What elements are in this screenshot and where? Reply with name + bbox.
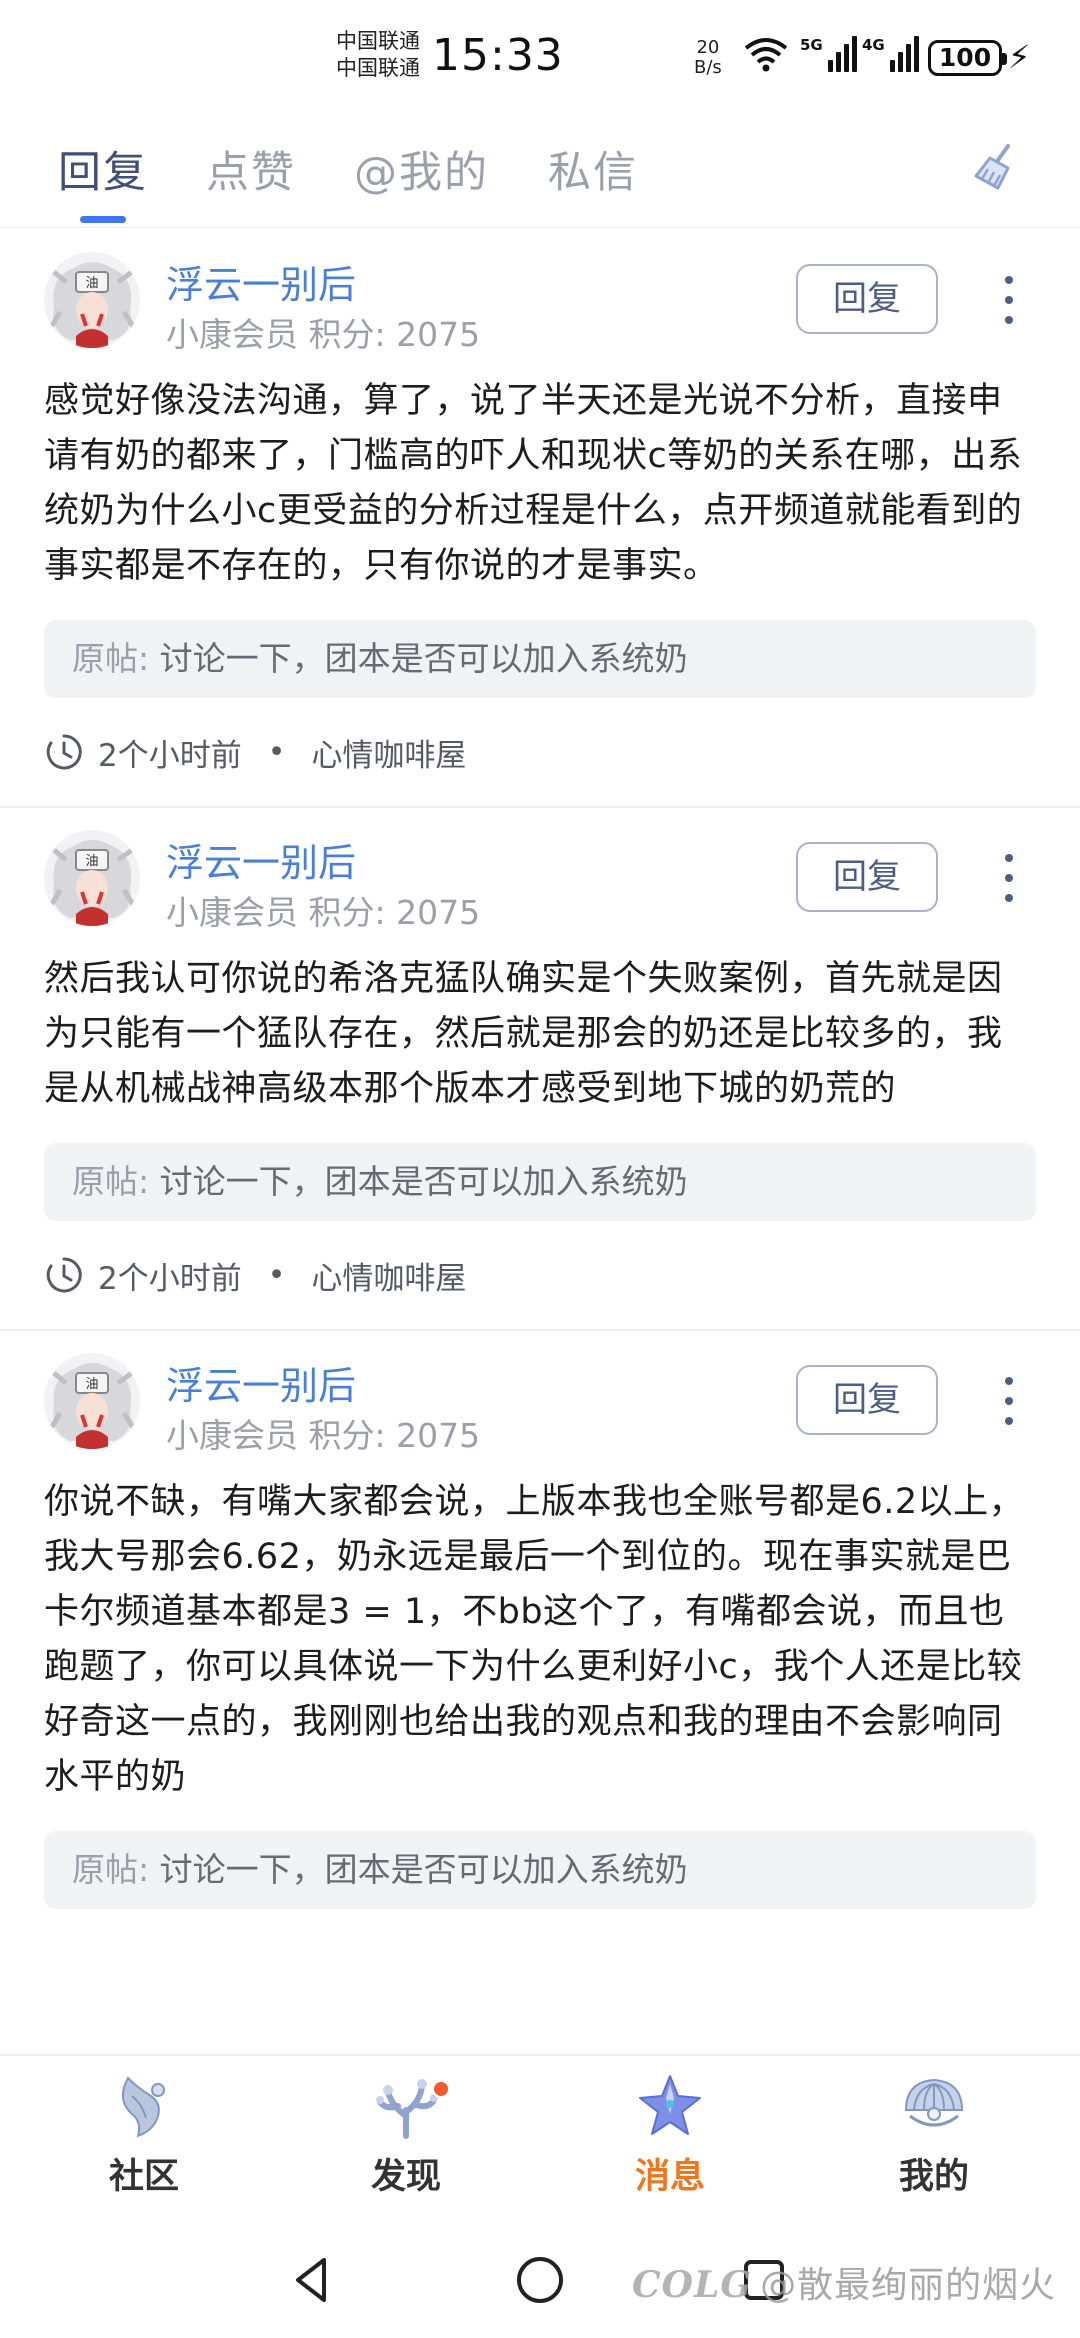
notification-badge bbox=[432, 2080, 450, 2098]
nav-community[interactable]: 社区 bbox=[44, 2070, 244, 2199]
battery-icon: 100 bbox=[928, 40, 1007, 76]
avatar[interactable]: 油 bbox=[44, 830, 140, 926]
username[interactable]: 浮云一别后 bbox=[166, 832, 356, 887]
original-post-link[interactable]: 原帖: 讨论一下，团本是否可以加入系统奶 bbox=[44, 620, 1036, 698]
reply-header: 油 浮云一别后 小康会员 积分: 2075 回复 bbox=[44, 230, 1036, 358]
watermark: COLG @散最绚丽的烟火 bbox=[632, 2256, 1056, 2308]
reply-button[interactable]: 回复 bbox=[796, 842, 938, 912]
original-post-label: 原帖: bbox=[72, 1850, 150, 1889]
message-icon bbox=[639, 2075, 701, 2135]
discover-icon bbox=[376, 2079, 438, 2139]
colg-logo: COLG bbox=[632, 2264, 753, 2306]
channel-name[interactable]: 心情咖啡屋 bbox=[311, 730, 466, 775]
meta-separator: • bbox=[267, 1257, 286, 1293]
nav-profile[interactable]: 我的 bbox=[834, 2070, 1034, 2199]
original-post-title: 讨论一下，团本是否可以加入系统奶 bbox=[159, 1162, 688, 1201]
active-tab-indicator bbox=[80, 216, 126, 223]
avatar[interactable]: 油 bbox=[44, 252, 140, 348]
nav-messages[interactable]: 消息 bbox=[570, 2070, 770, 2199]
carrier-1: 中国联通 bbox=[336, 29, 420, 53]
clock-icon bbox=[46, 734, 82, 770]
status-bar: 中国联通 中国联通 15:33 20 B/s 5G 4G 100 ⚡︎ bbox=[0, 0, 1080, 118]
avatar[interactable]: 油 bbox=[44, 1353, 140, 1449]
broom-icon[interactable] bbox=[968, 140, 1024, 196]
channel-name[interactable]: 心情咖啡屋 bbox=[311, 1253, 466, 1298]
watermark-text: @散最绚丽的烟火 bbox=[760, 2265, 1057, 2306]
reply-meta: 2个小时前 • 心情咖啡屋 bbox=[44, 1221, 1036, 1329]
member-info: 小康会员 积分: 2075 bbox=[166, 1416, 481, 1455]
original-post-title: 讨论一下，团本是否可以加入系统奶 bbox=[159, 639, 688, 678]
nav-discover-label: 发现 bbox=[370, 2157, 441, 2197]
svg-text:油: 油 bbox=[85, 854, 98, 869]
network-speed: 20 B/s bbox=[694, 38, 722, 78]
tab-reply[interactable]: 回复 bbox=[58, 138, 148, 200]
clock-icon bbox=[46, 1257, 82, 1293]
reply-item: 油 浮云一别后 小康会员 积分: 2075 回复 感觉好像没法沟通，算了，说了半… bbox=[0, 230, 1080, 808]
signal-5g-label: 5G bbox=[800, 36, 823, 54]
svg-text:油: 油 bbox=[85, 276, 98, 291]
nav-profile-label: 我的 bbox=[898, 2157, 969, 2197]
meta-separator: • bbox=[267, 734, 286, 770]
nav-community-label: 社区 bbox=[108, 2157, 179, 2197]
reply-content[interactable]: 你说不缺，有嘴大家都会说，上版本我也全账号都是6.2以上，我大号那会6.62，奶… bbox=[44, 1475, 1036, 1805]
reply-list: 油 浮云一别后 小康会员 积分: 2075 回复 感觉好像没法沟通，算了，说了半… bbox=[0, 230, 1080, 2054]
nav-discover[interactable]: 发现 bbox=[306, 2070, 506, 2199]
system-navigation-bar: COLG @散最绚丽的烟火 bbox=[0, 2220, 1080, 2338]
back-icon[interactable] bbox=[282, 2250, 342, 2310]
home-icon[interactable] bbox=[510, 2250, 570, 2310]
charging-icon: ⚡︎ bbox=[1008, 38, 1031, 76]
nav-messages-label: 消息 bbox=[634, 2157, 705, 2197]
original-post-link[interactable]: 原帖: 讨论一下，团本是否可以加入系统奶 bbox=[44, 1831, 1036, 1909]
carrier-info: 中国联通 中国联通 bbox=[336, 28, 420, 82]
reply-content[interactable]: 感觉好像没法沟通，算了，说了半天还是光说不分析，直接申请有奶的都来了，门槛高的吓… bbox=[44, 374, 1036, 594]
signal-4g-label: 4G bbox=[862, 36, 885, 54]
signal-5g-icon: 5G bbox=[800, 36, 857, 72]
more-options-icon[interactable] bbox=[994, 848, 1024, 908]
avatar-image: 油 bbox=[44, 1353, 140, 1449]
carrier-2: 中国联通 bbox=[336, 56, 420, 80]
username[interactable]: 浮云一别后 bbox=[166, 1355, 356, 1410]
tab-private-messages[interactable]: 私信 bbox=[548, 138, 638, 200]
reply-button[interactable]: 回复 bbox=[796, 264, 938, 334]
reply-meta: 2个小时前 • 心情咖啡屋 bbox=[44, 698, 1036, 806]
reply-content[interactable]: 然后我认可你说的希洛克猛队确实是个失败案例，首先就是因为只能有一个猛队存在，然后… bbox=[44, 952, 1036, 1117]
reply-time: 2个小时前 bbox=[98, 1260, 242, 1297]
network-speed-value: 20 bbox=[696, 37, 720, 58]
original-post-link[interactable]: 原帖: 讨论一下，团本是否可以加入系统奶 bbox=[44, 1143, 1036, 1221]
member-info: 小康会员 积分: 2075 bbox=[166, 315, 481, 354]
svg-text:油: 油 bbox=[85, 1377, 98, 1392]
reply-time: 2个小时前 bbox=[98, 737, 242, 774]
reply-header: 油 浮云一别后 小康会员 积分: 2075 回复 bbox=[44, 1331, 1036, 1459]
tab-mentions[interactable]: @我的 bbox=[354, 138, 489, 200]
original-post-label: 原帖: bbox=[72, 639, 150, 678]
wifi-icon bbox=[744, 38, 788, 72]
reply-button[interactable]: 回复 bbox=[796, 1365, 938, 1435]
avatar-image: 油 bbox=[44, 252, 140, 348]
more-options-icon[interactable] bbox=[994, 270, 1024, 330]
original-post-label: 原帖: bbox=[72, 1162, 150, 1201]
tab-likes[interactable]: 点赞 bbox=[206, 138, 296, 200]
community-icon bbox=[121, 2076, 165, 2138]
more-options-icon[interactable] bbox=[994, 1371, 1024, 1431]
member-info: 小康会员 积分: 2075 bbox=[166, 893, 481, 932]
original-post-title: 讨论一下，团本是否可以加入系统奶 bbox=[159, 1850, 688, 1889]
username[interactable]: 浮云一别后 bbox=[166, 254, 356, 309]
bottom-navigation: 社区 发现 消息 我的 bbox=[0, 2054, 1080, 2220]
network-speed-unit: B/s bbox=[694, 57, 722, 78]
reply-header: 油 浮云一别后 小康会员 积分: 2075 回复 bbox=[44, 808, 1036, 936]
message-tabs: 回复 点赞 @我的 私信 bbox=[0, 118, 1080, 228]
avatar-image: 油 bbox=[44, 830, 140, 926]
signal-4g-icon: 4G bbox=[862, 36, 919, 72]
status-time: 15:33 bbox=[432, 30, 564, 81]
reply-item: 油 浮云一别后 小康会员 积分: 2075 回复 然后我认可你说的希洛克猛队确实… bbox=[0, 808, 1080, 1331]
reply-item: 油 浮云一别后 小康会员 积分: 2075 回复 你说不缺，有嘴大家都会说，上版… bbox=[0, 1331, 1080, 1909]
profile-icon bbox=[904, 2078, 964, 2127]
